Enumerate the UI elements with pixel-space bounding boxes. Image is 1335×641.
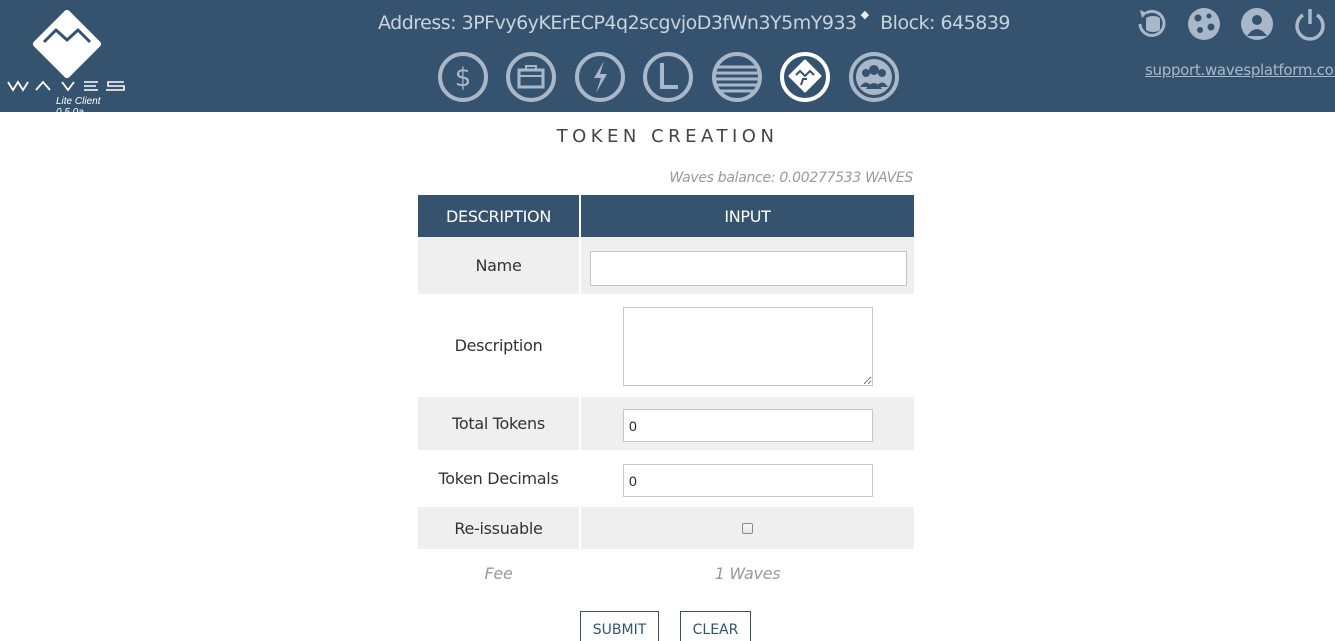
column-header-input: INPUT [581,195,914,237]
logout-button[interactable] [1292,6,1328,42]
table-header-row: DESCRIPTION INPUT [418,195,914,237]
waves-logo[interactable]: Lite Client 0.5.0a [6,6,130,118]
address-block-line: Address: 3PFvy6yKErECP4q2scgvjoD3fWn3Y5m… [378,8,1011,36]
settings-icon [1188,8,1220,40]
community-icon [849,52,899,102]
total-tokens-input[interactable] [623,409,873,442]
nav-token-creation[interactable] [779,51,831,103]
token-creation-form: DESCRIPTION INPUT Name Description Total… [418,195,914,597]
leasing-icon [575,52,625,102]
main-nav: $ [437,51,907,105]
token-decimals-label: Token Decimals [418,450,579,507]
nav-exchange[interactable] [711,51,763,103]
description-textarea[interactable] [623,307,873,386]
support-link[interactable]: support.wavesplatform.com [1145,61,1335,79]
submit-button[interactable]: SUBMIT [580,611,659,641]
portfolio-icon [506,52,556,102]
description-row: Description [418,294,914,397]
name-label: Name [418,237,579,294]
column-header-description: DESCRIPTION [418,195,579,237]
nav-wallet[interactable]: $ [437,51,489,103]
copy-address-icon[interactable]: ◆ [861,8,869,21]
clear-button[interactable]: CLEAR [680,611,751,641]
description-label: Description [418,294,579,397]
account-icon [1241,8,1273,40]
name-row: Name [418,237,914,294]
sync-button[interactable] [1134,6,1170,42]
history-icon [643,52,693,102]
top-header: Lite Client 0.5.0a Address: 3PFvy6yKErEC… [0,0,1335,118]
sync-icon [1138,9,1166,37]
account-button[interactable] [1239,6,1275,42]
svg-text:$: $ [455,63,472,93]
address-label: Address: [378,12,457,34]
fee-row: Fee 1 Waves [418,549,914,597]
nav-community[interactable] [848,51,900,103]
fee-value: 1 Waves [581,549,914,597]
client-version: Lite Client 0.5.0a [56,96,101,118]
reissuable-checkbox[interactable] [742,522,753,534]
page-title: TOKEN CREATION [556,126,779,147]
token-creation-icon [780,52,830,102]
wallet-icon: $ [438,52,488,102]
waves-logo-icon [7,9,125,92]
fee-label: Fee [418,549,579,597]
total-tokens-row: Total Tokens [418,397,914,450]
name-input[interactable] [590,251,907,286]
exchange-icon [712,52,762,102]
wallet-address: 3PFvy6yKErECP4q2scgvjoD3fWn3Y5mY933 [461,12,858,34]
nav-leasing[interactable] [574,51,626,103]
settings-button[interactable] [1186,6,1222,42]
block-label: Block: [880,12,935,34]
token-decimals-row: Token Decimals [418,450,914,507]
nav-history[interactable] [642,51,694,103]
block-height: 645839 [940,12,1011,34]
reissuable-row: Re-issuable [418,507,914,549]
total-tokens-label: Total Tokens [418,397,579,450]
reissuable-label: Re-issuable [418,507,579,549]
waves-balance: Waves balance: 0.00277533 WAVES [669,170,913,186]
nav-portfolio[interactable] [505,51,557,103]
power-icon [1295,9,1325,41]
top-right-actions [1134,6,1330,44]
token-decimals-input[interactable] [623,464,873,497]
